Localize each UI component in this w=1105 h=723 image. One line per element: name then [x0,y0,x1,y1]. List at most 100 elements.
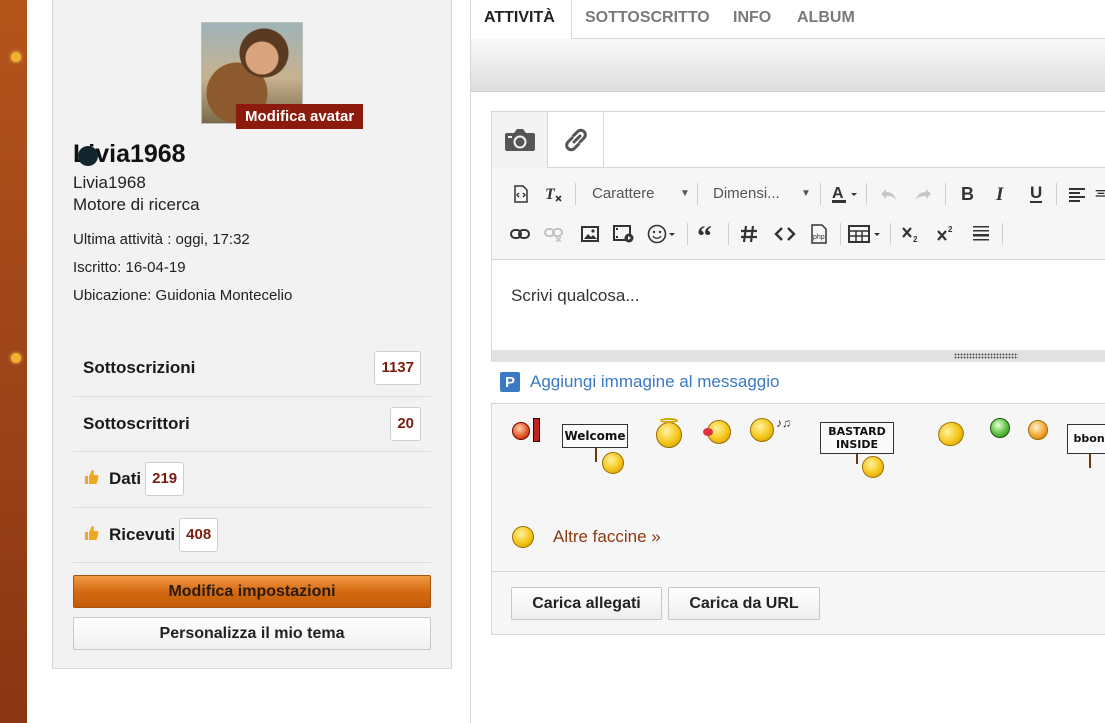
bold-icon[interactable]: B [955,182,979,206]
tab-subscribed[interactable]: SOTTOSCRITTO [585,0,710,39]
add-image-link[interactable]: P Aggiungi immagine al messaggio [500,372,779,392]
editor-resize-handle[interactable] [492,350,1105,362]
tab-album[interactable]: ALBUM [797,0,855,39]
align-center-icon[interactable] [1095,182,1105,206]
stat-likes-received[interactable]: Ricevuti 408 [73,508,431,563]
smilie-kiss[interactable] [703,420,731,444]
message-textarea[interactable]: Scrivi qualcosa... [492,260,1105,350]
stat-label: Sottoscrittori [83,413,190,433]
subscriptions-count: 1137 [374,351,421,385]
upload-from-url-button[interactable]: Carica da URL [668,587,820,620]
smilie-welcome[interactable]: Welcome [562,420,630,476]
tab-info[interactable]: INFO [733,0,771,39]
size-dropdown-label: Dimensi... [713,185,780,202]
more-smilies-link[interactable]: Altre faccine » [512,526,661,548]
edit-settings-button[interactable]: Modifica impostazioni [73,575,431,608]
toolbar-separator [945,183,946,205]
toolbar-separator [575,183,576,205]
customize-theme-button[interactable]: Personalizza il mio tema [73,617,431,650]
link-icon[interactable] [548,112,604,168]
profile-card: Modifica avatar Livia1968 Livia1968 Moto… [52,0,452,669]
left-decorative-strip [0,0,27,723]
svg-text:A: A [832,185,844,202]
svg-text:B: B [961,185,974,203]
quote-icon[interactable]: “ [696,222,720,246]
svg-text:I: I [995,185,1004,203]
superscript-icon[interactable]: 2 [934,222,958,246]
picture-upload-icon: P [500,372,520,392]
likes-received-count: 408 [179,517,219,552]
smilie-bastard-inside[interactable]: BASTARD INSIDE [820,422,896,478]
stat-label: Dati [109,469,142,489]
undo-icon[interactable] [876,182,902,206]
toolbar-separator [687,223,688,245]
toolbar-separator [1002,223,1003,245]
subscript-icon[interactable]: 2 [899,222,923,246]
tab-content-header [471,39,1105,92]
insert-image-icon[interactable] [579,222,601,246]
redo-icon[interactable] [910,182,936,206]
welcome-sign: Welcome [562,424,628,448]
more-smilies-label: Altre faccine » [553,527,661,546]
size-dropdown[interactable]: Dimensi... ▼ [713,182,813,206]
hashtag-icon[interactable] [737,222,761,246]
edit-avatar-button[interactable]: Modifica avatar [236,104,364,129]
svg-text:php: php [813,234,825,241]
smilie-smile[interactable] [1028,420,1048,440]
horizontal-rule-icon[interactable] [969,222,993,246]
smilie-angel[interactable] [656,418,682,448]
source-code-icon[interactable] [511,182,531,206]
svg-text:2: 2 [948,225,953,234]
stat-likes-given[interactable]: Dati 219 [73,452,431,508]
chevron-down-icon: ▼ [680,188,690,199]
online-status-dot [78,146,98,166]
stat-subscribers[interactable]: Sottoscrittori 20 [73,397,431,452]
php-code-icon[interactable]: php [807,222,831,246]
font-dropdown-label: Carattere [592,185,655,202]
upload-bar: Carica allegati Carica da URL [491,571,1105,635]
upload-attachments-button[interactable]: Carica allegati [511,587,662,620]
emoji-icon[interactable] [646,222,678,246]
formatting-toolbar: T Carattere ▼ Dimensi... ▼ A B I U php 2… [492,168,1105,260]
table-icon[interactable] [847,222,883,246]
profile-stats: Sottoscrizioni 1137 Sottoscrittori 20 Da… [73,341,431,563]
italic-icon[interactable]: I [989,182,1013,206]
user-title: Motore di ricerca [73,195,200,214]
code-icon[interactable] [772,222,798,246]
smilie-boni[interactable]: bboni [1067,418,1105,478]
smilie-basketball[interactable] [512,418,540,442]
text-color-icon[interactable]: A [830,182,860,206]
insert-link-icon[interactable] [509,222,531,246]
camera-icon[interactable] [492,112,548,168]
smilie-dancing[interactable] [934,418,968,450]
smiley-icon [512,526,534,548]
svg-text:T: T [545,186,556,203]
registration-date: Iscritto: 16-04-19 [73,259,186,276]
decorative-dot [11,353,21,363]
tab-activity[interactable]: ATTIVITÀ [471,0,572,40]
svg-text:“: “ [697,226,712,242]
toolbar-separator [890,223,891,245]
remove-link-icon[interactable] [543,222,565,246]
location: Ubicazione: Guidonia Montecelio [73,287,293,304]
stat-subscriptions[interactable]: Sottoscrizioni 1137 [73,341,431,397]
resize-grip-icon [954,353,1018,359]
subscribers-count: 20 [390,406,421,441]
toolbar-separator [697,183,698,205]
message-placeholder: Scrivi qualcosa... [511,286,640,305]
profile-tabs: ATTIVITÀ SOTTOSCRITTO INFO ALBUM [471,0,1105,40]
underline-icon[interactable]: U [1024,182,1048,206]
font-dropdown[interactable]: Carattere ▼ [592,182,692,206]
smilie-singing[interactable]: ♪♫ [750,416,791,442]
media-tabs [492,112,1105,168]
clear-format-icon[interactable]: T [543,182,565,206]
toolbar-separator [820,183,821,205]
smilie-grin[interactable] [990,418,1010,438]
smilies-panel: Welcome ♪♫ BASTARD INSIDE bboni Altre fa… [491,403,1105,571]
stat-label: Ricevuti [109,524,176,544]
toolbar-separator [1056,183,1057,205]
align-left-icon[interactable] [1065,182,1089,206]
last-activity: Ultima attività : oggi, 17:32 [73,231,250,248]
stat-label: Sottoscrizioni [83,358,196,378]
insert-video-icon[interactable] [612,222,636,246]
